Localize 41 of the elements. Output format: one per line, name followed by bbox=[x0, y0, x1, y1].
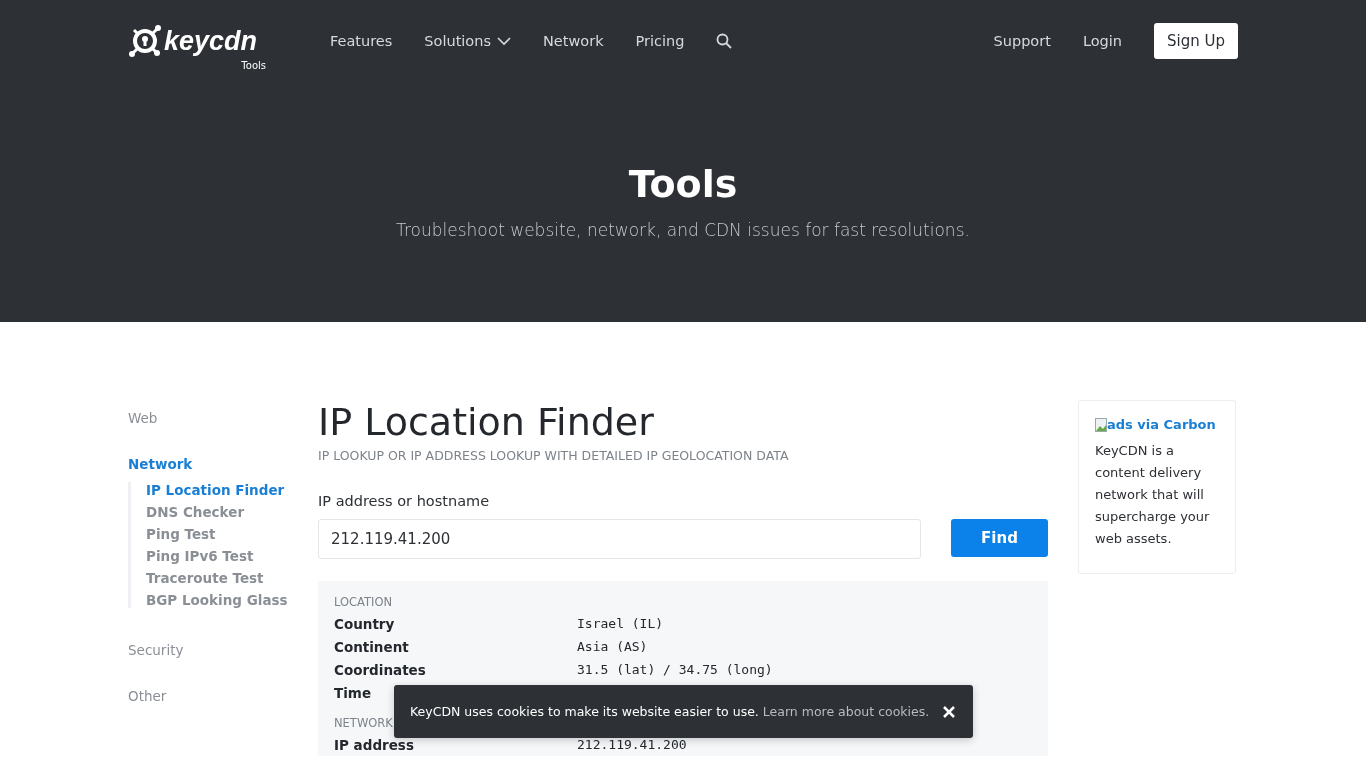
nav-link[interactable]: Solutions bbox=[424, 33, 511, 49]
field-name: Time bbox=[334, 684, 372, 701]
field-value: Asia (AS) bbox=[577, 639, 648, 654]
section-heading: NETWORK bbox=[334, 716, 394, 730]
ad-text: KeyCDN is a content delivery network that will supercharge your web assets. bbox=[1095, 442, 1211, 548]
nav-link[interactable]: Network bbox=[543, 33, 604, 49]
field-name: IP address bbox=[334, 736, 414, 753]
hero-subtitle: Troubleshoot website, network, and CDN issues for fast resolutions. bbox=[395, 220, 971, 240]
sidebar-category[interactable]: Other bbox=[128, 688, 318, 704]
sidebar-category[interactable]: Security bbox=[128, 642, 318, 658]
nav-link[interactable]: Support bbox=[993, 33, 1051, 49]
field-name: Continent bbox=[334, 638, 409, 655]
logo-subtitle: Tools bbox=[241, 60, 266, 71]
field-value: Israel (IL) bbox=[577, 616, 664, 631]
find-button[interactable]: Find bbox=[951, 519, 1048, 557]
cookie-link[interactable]: Learn more about cookies. bbox=[762, 704, 930, 719]
ip-input-field[interactable]: 212.119.41.200 bbox=[318, 519, 921, 559]
section-heading: LOCATION bbox=[334, 595, 394, 609]
sidebar-category[interactable]: Web bbox=[128, 410, 318, 426]
page-title: IP Location Finder bbox=[318, 400, 655, 444]
hero-title: Tools bbox=[627, 162, 739, 206]
nav-link[interactable]: Features bbox=[330, 33, 393, 49]
field-label: IP address or hostname bbox=[318, 493, 491, 509]
nav-link[interactable]: Login bbox=[1082, 33, 1122, 49]
sidebar-item[interactable]: IP Location Finder bbox=[146, 482, 318, 498]
page-subtitle: IP LOOKUP OR IP ADDRESS LOOKUP WITH DETAILED IP GEOLOCATION DATA bbox=[318, 448, 790, 463]
sidebar-item[interactable]: DNS Checker bbox=[146, 504, 318, 520]
field-value: 31.5 (lat) / 34.75 (long) bbox=[577, 662, 773, 677]
sidebar-item[interactable]: BGP Looking Glass bbox=[146, 592, 318, 608]
ad-link[interactable]: ads via Carbon bbox=[1095, 417, 1219, 432]
signup-button[interactable]: Sign Up bbox=[1154, 23, 1238, 59]
sidebar-item[interactable]: Traceroute Test bbox=[146, 570, 318, 586]
field-name: Coordinates bbox=[334, 661, 426, 678]
nav-link[interactable]: Pricing bbox=[635, 33, 685, 49]
logo-wordmark[interactable]: keycdn bbox=[164, 25, 258, 57]
field-value: 212.119.41.200 bbox=[577, 737, 687, 752]
cookie-message: KeyCDN uses cookies to make its website easier to use. Learn more about cookies. bbox=[410, 704, 930, 719]
field-name: Country bbox=[334, 615, 395, 632]
sidebar-item[interactable]: Ping Test bbox=[146, 526, 318, 542]
sidebar-category[interactable]: Network bbox=[128, 456, 318, 472]
sidebar-item[interactable]: Ping IPv6 Test bbox=[146, 548, 318, 564]
